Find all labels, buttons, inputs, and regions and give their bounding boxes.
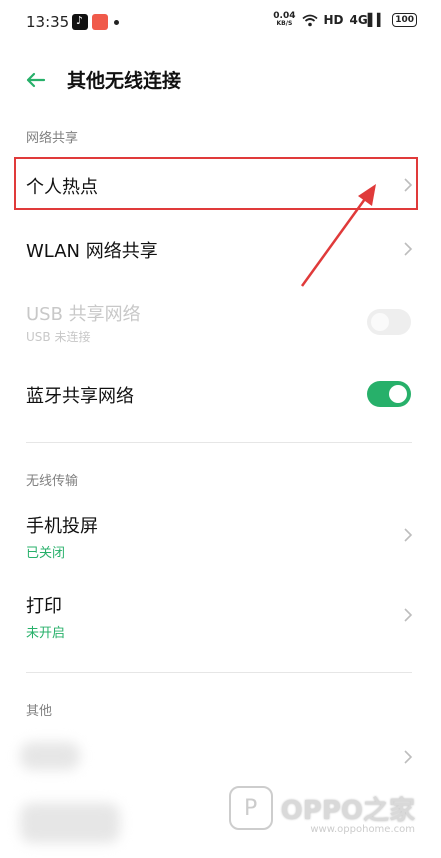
chevron-right-icon <box>404 608 413 622</box>
section-divider <box>26 442 412 443</box>
network-speed: 0.04 KB/S <box>273 11 296 28</box>
section-label-wireless-transfer: 无线传输 <box>26 474 79 489</box>
blurred-content <box>20 803 120 843</box>
watermark-brand: OPPO之家 <box>280 795 415 826</box>
more-notifications-dot-icon <box>114 19 119 25</box>
oppo-home-logo-icon: P <box>228 786 273 830</box>
item-subtitle: USB 未连接 <box>26 330 91 344</box>
status-right: 0.04 KB/S HD 4G▌▍ 100 <box>273 12 417 28</box>
bluetooth-sharing-item[interactable]: 蓝牙共享网络 <box>0 370 441 420</box>
usb-sharing-toggle <box>367 309 411 335</box>
item-subtitle: 已关闭 <box>26 546 66 561</box>
watermark-url: www.oppohome.com <box>310 824 415 835</box>
notification-icons <box>72 14 119 30</box>
chevron-right-icon <box>404 750 413 764</box>
section-divider <box>26 672 412 673</box>
section-label-network-sharing: 网络共享 <box>26 131 79 146</box>
chevron-right-icon <box>404 242 413 256</box>
item-subtitle: 未开启 <box>26 626 66 641</box>
other-item-blurred[interactable] <box>0 732 441 782</box>
app-notification-icon <box>92 14 108 30</box>
back-arrow-icon[interactable] <box>24 68 48 92</box>
wifi-icon <box>301 14 318 26</box>
hd-icon: HD <box>323 13 344 27</box>
status-time: 13:35 <box>26 13 70 31</box>
battery-icon: 100 <box>392 13 417 27</box>
item-title: 蓝牙共享网络 <box>26 386 134 407</box>
blurred-content <box>20 742 80 770</box>
tiktok-notification-icon <box>72 14 88 30</box>
print-item[interactable]: 打印 未开启 <box>0 585 441 645</box>
usb-sharing-item: USB 共享网络 USB 未连接 <box>0 290 441 352</box>
annotation-arrow-icon <box>300 184 376 287</box>
signal-icon: 4G▌▍ <box>349 13 387 27</box>
item-title: USB 共享网络 <box>26 304 141 325</box>
chevron-right-icon <box>404 528 413 542</box>
section-label-other: 其他 <box>26 704 53 719</box>
item-title: 打印 <box>26 596 62 617</box>
page-title: 其他无线连接 <box>67 70 182 92</box>
item-title: WLAN 网络共享 <box>26 241 158 262</box>
screen-cast-item[interactable]: 手机投屏 已关闭 <box>0 505 441 565</box>
bluetooth-sharing-toggle[interactable] <box>367 381 411 407</box>
item-title: 手机投屏 <box>26 516 98 537</box>
